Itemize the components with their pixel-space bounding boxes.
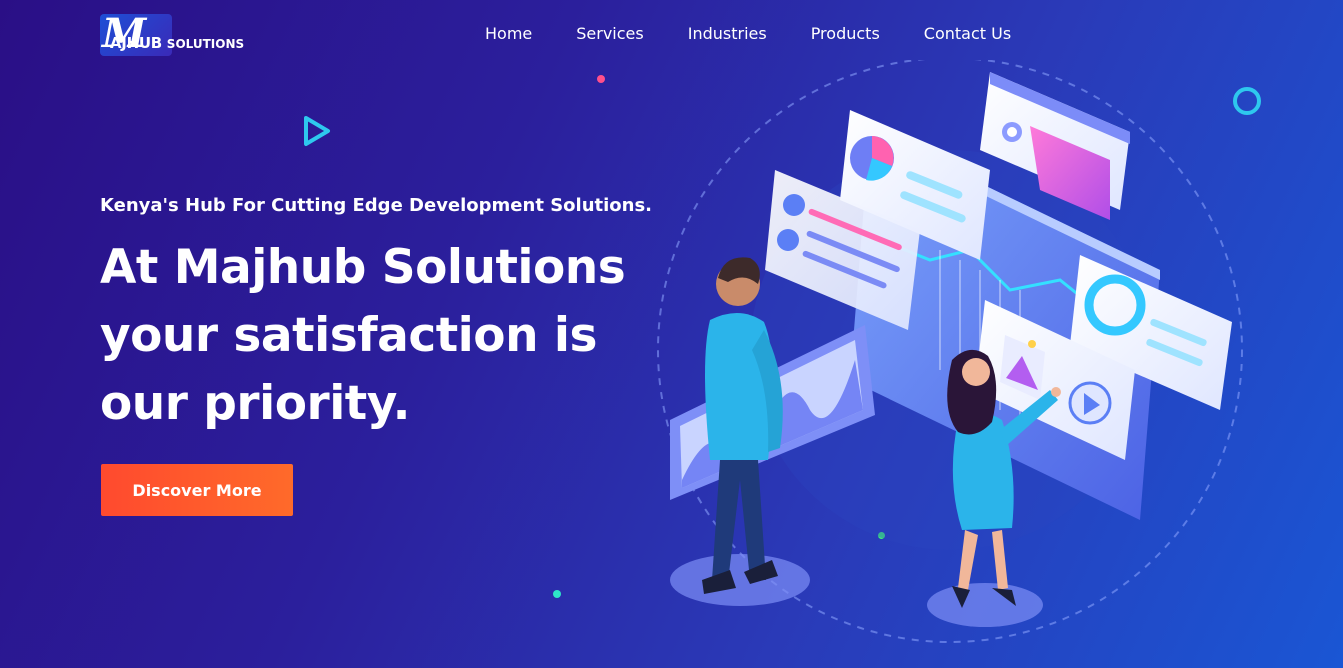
nav-home[interactable]: Home [485, 24, 532, 43]
nav-services[interactable]: Services [576, 24, 643, 43]
teal-dot-decoration [553, 590, 561, 598]
hero-headline: At Majhub Solutions your satisfaction is… [100, 240, 626, 431]
discover-more-button[interactable]: Discover More [101, 464, 293, 516]
hero-illustration [657, 60, 1243, 643]
pink-dot-decoration [597, 75, 605, 83]
hero-tagline: Kenya's Hub For Cutting Edge Development… [100, 195, 653, 216]
nav-products[interactable]: Products [811, 24, 880, 43]
logo-text: AJHUB SOLUTIONS [110, 34, 244, 52]
logo-name: AJHUB [110, 34, 162, 52]
nav-contact-us[interactable]: Contact Us [924, 24, 1011, 43]
nav-menu: Home Services Industries Products Contac… [470, 24, 1011, 43]
nav-industries[interactable]: Industries [688, 24, 767, 43]
logo-suffix: SOLUTIONS [166, 37, 245, 51]
play-triangle-icon [304, 116, 330, 146]
logo[interactable]: M AJHUB SOLUTIONS [100, 12, 252, 56]
